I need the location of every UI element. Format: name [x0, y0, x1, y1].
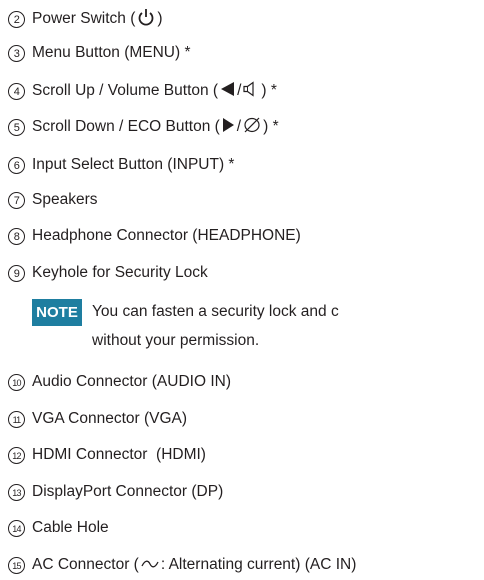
- list-item-scroll-down-eco: 5 Scroll Down / ECO Button ( / ) *: [8, 116, 279, 138]
- item-number: 8: [8, 227, 25, 245]
- item-label: Input Select Button (INPUT) *: [32, 156, 235, 173]
- item-number: 3: [8, 44, 25, 62]
- eco-icon: [243, 117, 261, 138]
- item-label-suffix: : Alternating current) (AC IN): [160, 556, 357, 573]
- item-label: VGA Connector (VGA): [32, 410, 188, 427]
- item-label: Audio Connector (AUDIO IN): [32, 373, 231, 390]
- item-number: 4: [8, 82, 25, 100]
- item-label-suffix: ) *: [261, 82, 277, 99]
- item-label: Keyhole for Security Lock: [32, 264, 208, 281]
- item-label-suffix: ): [157, 10, 163, 27]
- separator: /: [236, 118, 242, 135]
- left-triangle-icon: [220, 81, 235, 101]
- item-number: 14: [8, 519, 25, 537]
- item-label: AC Connector (: [32, 556, 139, 573]
- list-item-speakers: 7 Speakers: [8, 189, 97, 211]
- item-label: Scroll Up / Volume Button (: [32, 82, 219, 99]
- item-label: Scroll Down / ECO Button (: [32, 118, 220, 135]
- note-text: You can fasten a security lock and c wit…: [92, 297, 484, 355]
- item-number: 15: [8, 556, 25, 574]
- item-number: 9: [8, 264, 25, 282]
- list-item-keyhole: 9 Keyhole for Security Lock: [8, 262, 208, 284]
- list-item-cable-hole: 14 Cable Hole: [8, 517, 109, 539]
- item-number: 7: [8, 191, 25, 209]
- item-label: Menu Button (MENU) *: [32, 44, 191, 61]
- list-item-input-select: 6 Input Select Button (INPUT) *: [8, 154, 234, 176]
- list-item-audio: 10 Audio Connector (AUDIO IN): [8, 371, 231, 393]
- power-icon: [137, 8, 155, 31]
- note-line-2: without your permission.: [92, 332, 260, 349]
- item-label: Speakers: [32, 191, 98, 208]
- list-item-menu-button: 3 Menu Button (MENU) *: [8, 42, 191, 64]
- note-badge: NOTE: [32, 299, 82, 326]
- list-item-headphone: 8 Headphone Connector (HEADPHONE): [8, 225, 301, 247]
- list-item-scroll-up-volume: 4 Scroll Up / Volume Button ( / ) *: [8, 80, 277, 102]
- volume-icon: [243, 80, 259, 102]
- item-label: Cable Hole: [32, 519, 109, 536]
- item-number: 10: [8, 373, 25, 391]
- item-label-suffix: ) *: [263, 118, 279, 135]
- list-item-power-switch: 2 Power Switch ( ): [8, 8, 163, 30]
- separator: /: [237, 82, 242, 99]
- tilde-icon: [141, 556, 159, 574]
- item-label: Power Switch (: [32, 10, 136, 27]
- item-number: 12: [8, 446, 25, 464]
- item-label: DisplayPort Connector (DP): [32, 483, 224, 500]
- list-item-vga: 11 VGA Connector (VGA): [8, 408, 187, 430]
- right-triangle-icon: [222, 117, 235, 137]
- item-number: 5: [8, 118, 25, 136]
- item-label: Headphone Connector (HEADPHONE): [32, 227, 301, 244]
- list-item-displayport: 13 DisplayPort Connector (DP): [8, 481, 223, 503]
- item-number: 13: [8, 483, 25, 501]
- note-line-1: You can fasten a security lock and c: [92, 303, 339, 320]
- list-item-ac-connector: 15 AC Connector ( : Alternating current)…: [8, 554, 356, 576]
- item-label: HDMI Connector (HDMI): [32, 446, 206, 463]
- item-number: 2: [8, 10, 25, 28]
- list-item-hdmi: 12 HDMI Connector (HDMI): [8, 444, 206, 466]
- item-number: 11: [8, 410, 25, 428]
- item-number: 6: [8, 156, 25, 174]
